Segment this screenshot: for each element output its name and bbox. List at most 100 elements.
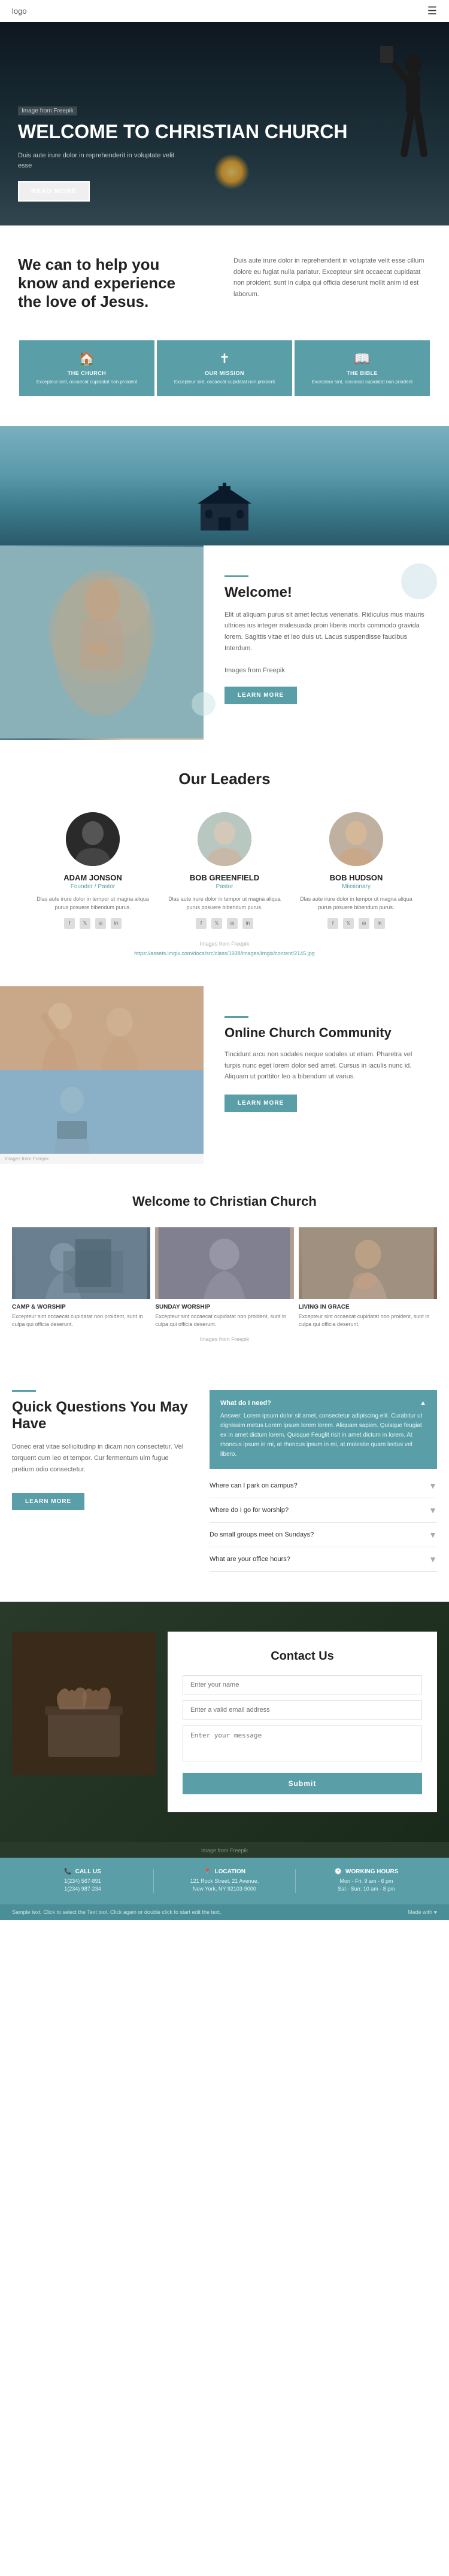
church-cards-grid: Camp & Worship Excepteur sint occaecat c…	[12, 1227, 437, 1329]
twitter-icon-2[interactable]: 𝕏	[211, 918, 222, 929]
footer-call-line2: 1(234) 987-234	[12, 1885, 153, 1894]
faq-item-4[interactable]: What are your office hours? ▼	[210, 1547, 437, 1572]
leader-avatar-1	[66, 812, 120, 866]
footer-location-col: 📍 LOCATION 121 Rock Street, 21 Avenue, N…	[154, 1868, 295, 1894]
leader-1-role: Founder / Pastor	[33, 883, 153, 890]
community-image-bottom	[0, 1070, 204, 1154]
leader-3-name: BOB HUDSON	[296, 873, 416, 882]
intro-paragraph: Duis aute irure dolor in reprehenderit i…	[233, 255, 431, 300]
faq-question-3: Do small groups meet on Sundays?	[210, 1531, 314, 1538]
faq-item-2[interactable]: Where do I go for worship? ▼	[210, 1498, 437, 1523]
linkedin-icon-2[interactable]: in	[242, 918, 253, 929]
church-card-img-2	[155, 1227, 293, 1299]
contact-name-input[interactable]	[183, 1675, 422, 1694]
church-card-3-desc: Excepteur sint occaecat cupidatat non pr…	[299, 1313, 437, 1329]
faq-para: Donec erat vitae sollicitudinp in dicam …	[12, 1441, 192, 1475]
leaders-source: Images from Freepik	[12, 941, 437, 947]
hero-section: Image from Freepik WELCOME TO CHRISTIAN …	[0, 22, 449, 225]
contact-message-input[interactable]	[183, 1726, 422, 1761]
faq-left-panel: Quick Questions You May Have Donec erat …	[12, 1390, 192, 1572]
welcome-section: Welcome! Elit ut aliquam purus sit amet …	[0, 545, 449, 740]
welcome-learn-more-button[interactable]: LEARN MORE	[224, 687, 297, 704]
contact-form-box: Contact Us Submit	[168, 1632, 437, 1812]
hero-read-more-button[interactable]: READ MORE	[18, 181, 90, 202]
footer-call-title: 📞 CALL US	[12, 1868, 153, 1875]
church-card-2-desc: Excepteur sint occaecat cupidatat non pr…	[155, 1313, 293, 1329]
footer-hours-line1: Mon - Fri: 9 am - 6 pm	[296, 1877, 437, 1886]
intro-heading: We can to help you know and experience t…	[18, 255, 198, 312]
card-church-title: THE CHURCH	[26, 370, 147, 376]
clock-icon: 🕐	[335, 1868, 342, 1875]
faq-item-1[interactable]: Where can I park on campus? ▼	[210, 1474, 437, 1498]
community-images: Images from Freepik	[0, 986, 204, 1164]
leader-avatar-2	[198, 812, 251, 866]
instagram-icon-1[interactable]: ◎	[95, 918, 106, 929]
twitter-icon-1[interactable]: 𝕏	[80, 918, 90, 929]
bottom-bar-text: Sample text. Click to select the Text to…	[12, 1909, 222, 1915]
community-image-top	[0, 986, 204, 1070]
contact-heading: Contact Us	[183, 1650, 422, 1663]
linkedin-icon-1[interactable]: in	[111, 918, 122, 929]
leader-card-1: ADAM JONSON Founder / Pastor Dlas aute i…	[33, 812, 153, 929]
instagram-icon-3[interactable]: ◎	[359, 918, 369, 929]
card-bible-title: THE BIBLE	[302, 370, 423, 376]
twitter-icon-3[interactable]: 𝕏	[343, 918, 354, 929]
instagram-icon-2[interactable]: ◎	[227, 918, 238, 929]
leader-1-name: ADAM JONSON	[33, 873, 153, 882]
faq-featured-item: What do I need? ▲ Answer: Lorem ipsum do…	[210, 1390, 437, 1469]
church-card-img-1	[12, 1227, 150, 1299]
leader-card-2: BOB GREENFIELD Pastor Dlas aute irure do…	[165, 812, 284, 929]
leader-card-3: BOB HUDSON Missionary Dlas aute irure do…	[296, 812, 416, 929]
footer-location-title: 📍 LOCATION	[154, 1868, 295, 1875]
bible-icon: 📖	[302, 351, 423, 367]
intro-card-church: 🏠 THE CHURCH Excepteur sint, occaecat cu…	[19, 340, 154, 396]
hero-content: Image from Freepik WELCOME TO CHRISTIAN …	[0, 81, 366, 225]
facebook-icon-2[interactable]: f	[196, 918, 207, 929]
leader-2-name: BOB GREENFIELD	[165, 873, 284, 882]
church-section-heading: Welcome to Christian Church	[12, 1194, 437, 1209]
linkedin-icon-3[interactable]: in	[374, 918, 385, 929]
intro-card-mission: ✝ OUR MISSION Excepteur sint, occaecat c…	[157, 340, 292, 396]
hero-title: WELCOME TO CHRISTIAN CHURCH	[18, 121, 348, 142]
faq-learn-more-button[interactable]: LEARN MORE	[12, 1493, 84, 1510]
card-mission-title: OUR MISSION	[164, 370, 285, 376]
facebook-icon-3[interactable]: f	[327, 918, 338, 929]
contact-image-source: Image from Freepik	[201, 1848, 248, 1853]
community-right-panel: Online Church Community Tincidunt arcu n…	[204, 986, 449, 1164]
community-source-tag: Images from Freepik	[0, 1154, 204, 1164]
faq-question-4: What are your office hours?	[210, 1556, 290, 1563]
leader-2-role: Pastor	[165, 883, 284, 890]
leaders-section: Our Leaders ADAM JONSON Founder / Pastor…	[0, 740, 449, 986]
footer-hours-col: 🕐 WORKING HOURS Mon - Fri: 9 am - 6 pm S…	[296, 1868, 437, 1894]
faq-item-3[interactable]: Do small groups meet on Sundays? ▼	[210, 1523, 437, 1547]
faq-right-panel: What do I need? ▲ Answer: Lorem ipsum do…	[210, 1390, 437, 1572]
landscape-banner	[0, 426, 449, 545]
church-card-1-label: Camp & Worship	[12, 1304, 150, 1310]
contact-image	[12, 1632, 156, 1775]
chevron-down-icon-2: ▼	[429, 1505, 437, 1515]
community-learn-more-button[interactable]: LEARN MORE	[224, 1095, 297, 1112]
leader-3-role: Missionary	[296, 883, 416, 890]
church-card-2: Sunday Worship Excepteur sint occaecat c…	[155, 1227, 293, 1329]
card-church-desc: Excepteur sint, occaecat cupidatat non p…	[26, 379, 147, 385]
chevron-up-icon: ▲	[420, 1400, 426, 1407]
chevron-down-icon-1: ▼	[429, 1481, 437, 1490]
bottom-bar-right: Made with ♥	[408, 1909, 437, 1915]
church-card-1-desc: Excepteur sint occaecat cupidatat non pr…	[12, 1313, 150, 1329]
leader-1-desc: Dlas aute irure dolor in tempor ut magna…	[33, 895, 153, 912]
leader-3-social: f 𝕏 ◎ in	[296, 918, 416, 929]
bottom-bar: Sample text. Click to select the Text to…	[0, 1904, 449, 1920]
leader-1-social: f 𝕏 ◎ in	[33, 918, 153, 929]
church-welcome-section: Welcome to Christian Church Camp & Worsh…	[0, 1164, 449, 1360]
leaders-grid: ADAM JONSON Founder / Pastor Dlas aute i…	[12, 812, 437, 929]
hero-image-tag: Image from Freepik	[18, 106, 77, 115]
contact-email-input[interactable]	[183, 1700, 422, 1720]
location-icon: 📍	[204, 1868, 211, 1875]
hamburger-icon[interactable]: ☰	[427, 5, 437, 17]
chevron-down-icon-4: ▼	[429, 1554, 437, 1564]
contact-submit-button[interactable]: Submit	[183, 1773, 422, 1794]
facebook-icon-1[interactable]: f	[64, 918, 75, 929]
footer-hours-title: 🕐 WORKING HOURS	[296, 1868, 437, 1875]
leaders-url: https://assets.imgix.com/docs/src/class/…	[12, 950, 437, 956]
welcome-image	[0, 545, 204, 740]
